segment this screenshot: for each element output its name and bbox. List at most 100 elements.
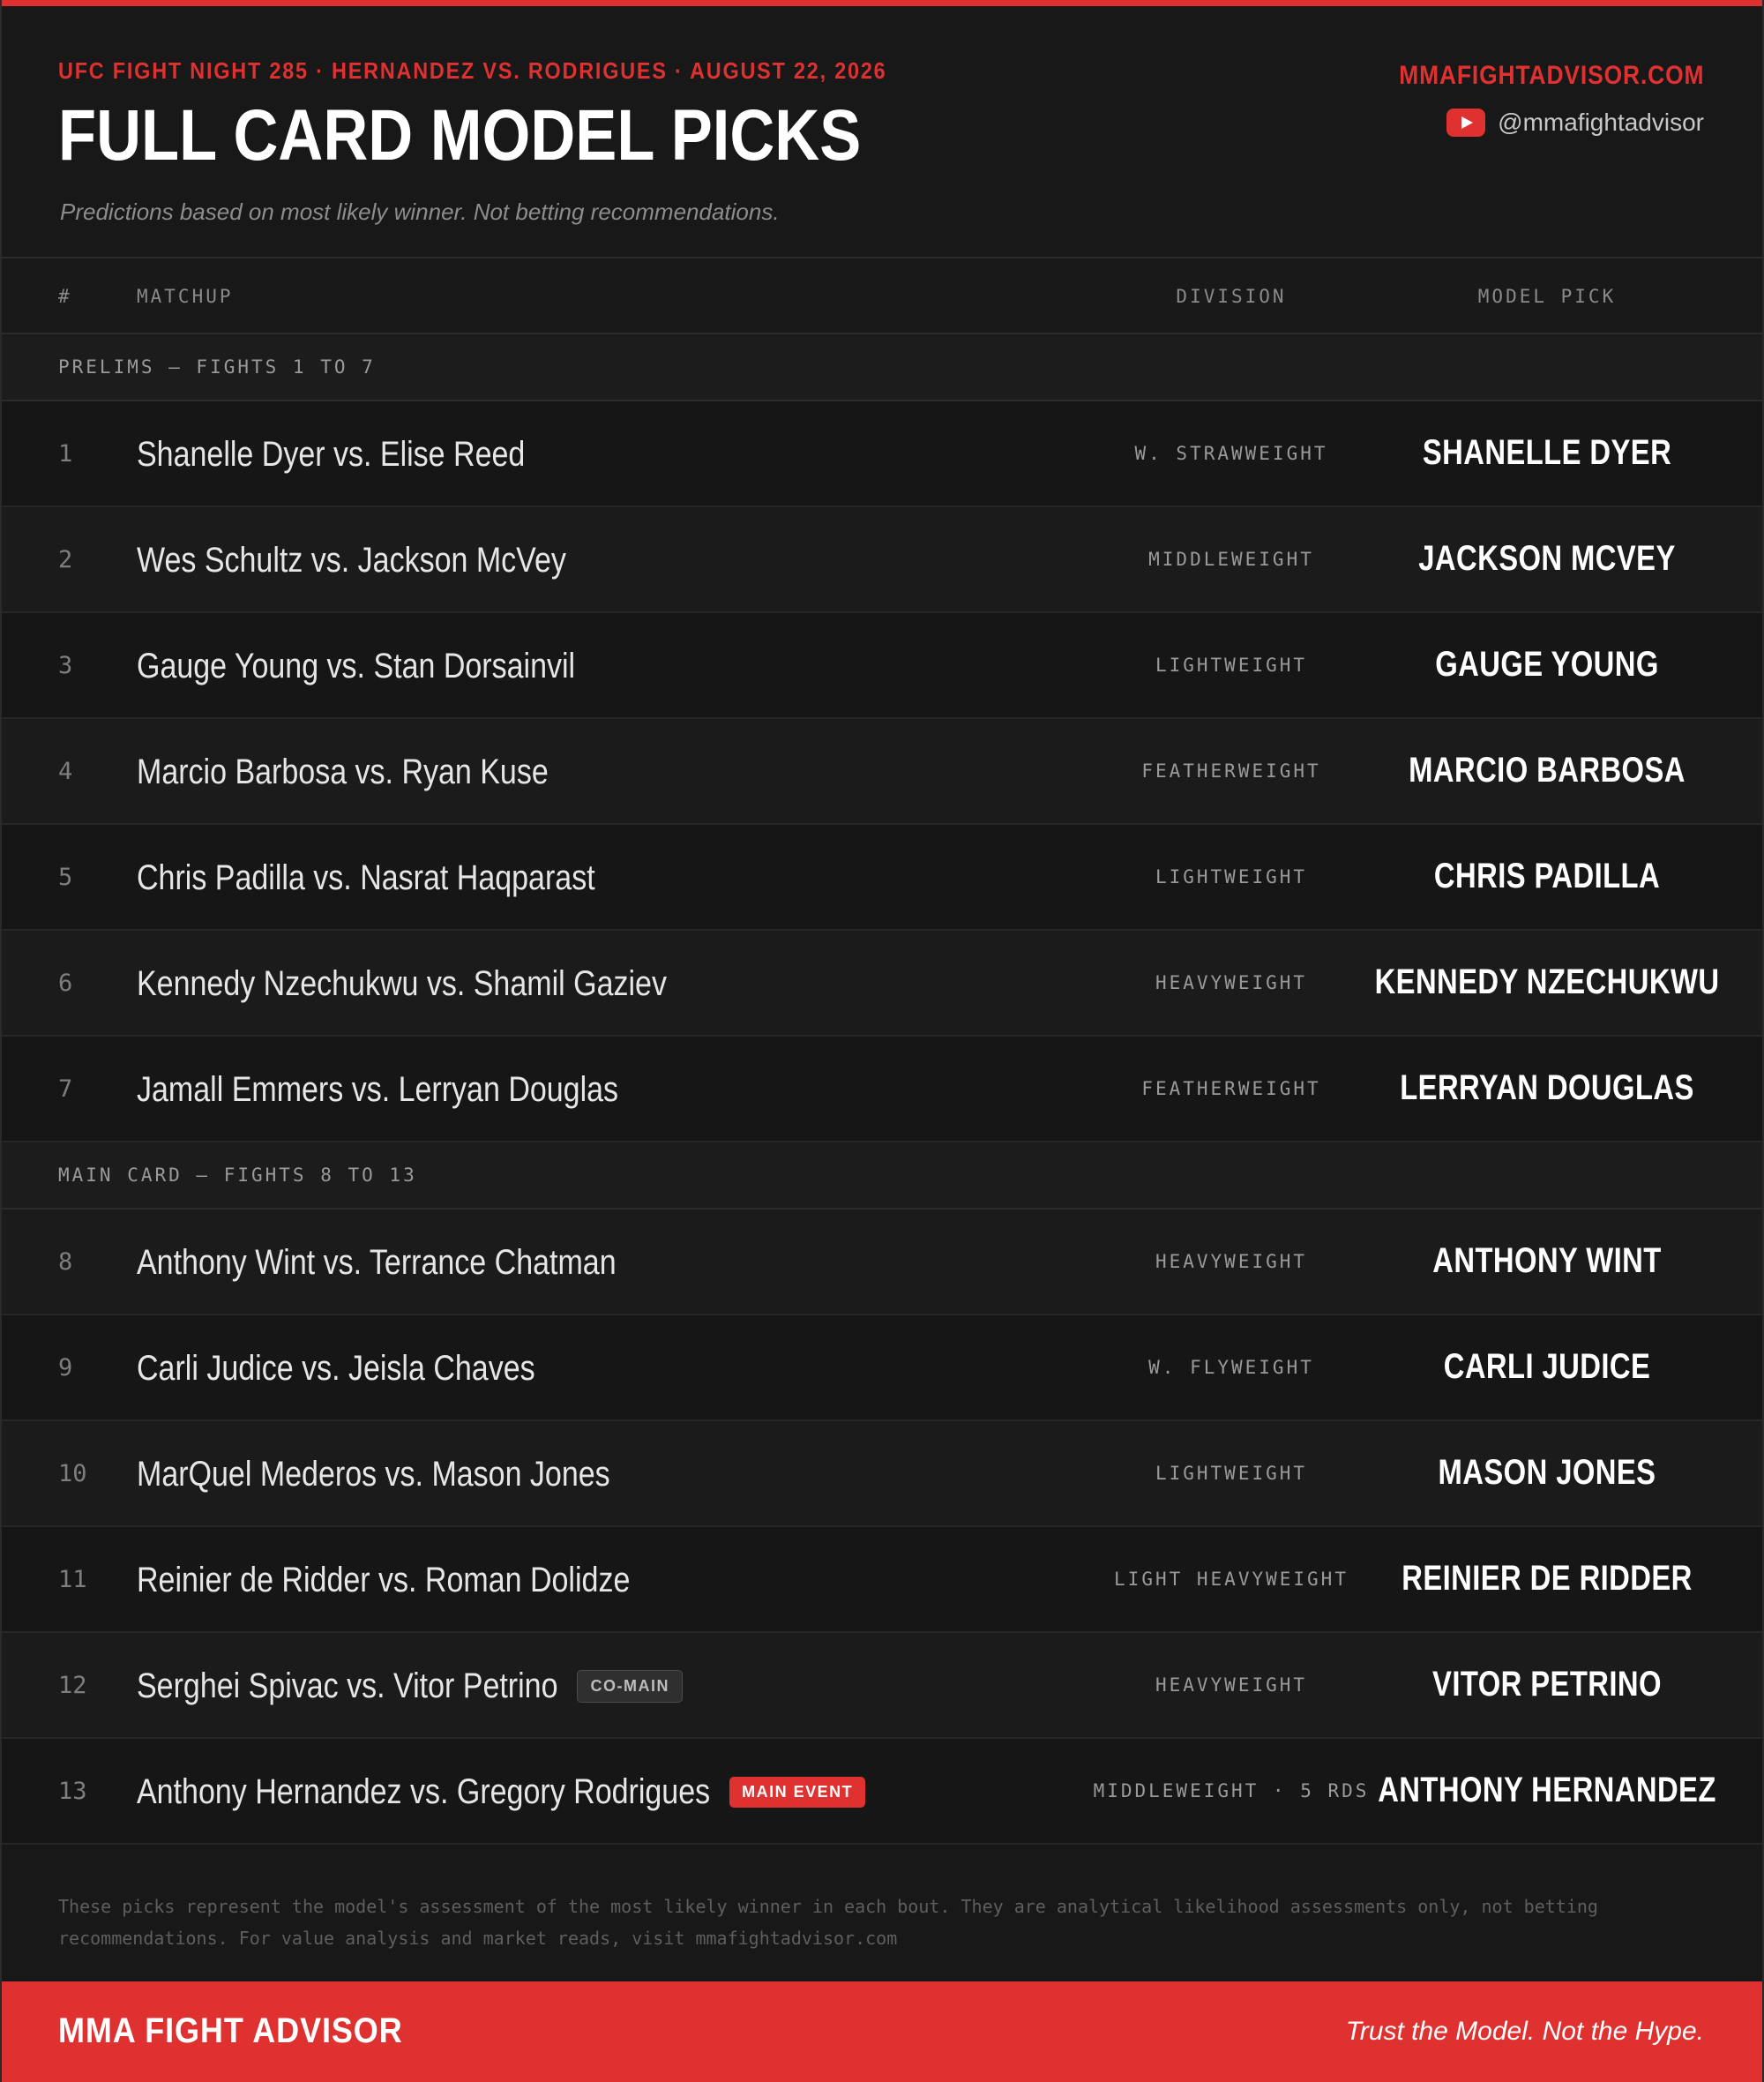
page: UFC FIGHT NIGHT 285 · HERNANDEZ VS. RODR…: [0, 0, 1764, 2082]
matchup-cell: Reinier de Ridder vs. Roman Dolidze: [137, 1527, 630, 1633]
division-text: MIDDLEWEIGHT · 5 RDS: [1093, 1780, 1370, 1801]
matchup-text: Marcio Barbosa vs. Ryan Kuse: [137, 752, 549, 791]
matchup-text: Anthony Wint vs. Terrance Chatman: [137, 1242, 617, 1282]
table-row: 1 Shanelle Dyer vs. Elise Reed W. STRAWWEI…: [2, 401, 1762, 507]
division-text: FEATHERWEIGHT: [1141, 760, 1321, 782]
table-row: 5 Chris Padilla vs. Nasrat Haqparast LIGHT…: [2, 825, 1762, 931]
event-kicker: UFC FIGHT NIGHT 285 · HERNANDEZ VS. RODR…: [58, 57, 887, 84]
table-row: 8 Anthony Wint vs. Terrance Chatman HEAVYW…: [2, 1210, 1762, 1315]
fight-number: 3: [58, 652, 73, 679]
division-text: HEAVYWEIGHT: [1155, 1674, 1308, 1696]
footer: MMA FIGHT ADVISOR Trust the Model. Not t…: [2, 1981, 1762, 2082]
division-text: HEAVYWEIGHT: [1155, 1251, 1308, 1272]
matchup-cell: Jamall Emmers vs. Lerryan Douglas: [137, 1037, 618, 1142]
matchup-cell: Marcio Barbosa vs. Ryan Kuse: [137, 719, 549, 825]
fight-number: 13: [58, 1778, 87, 1805]
table-row: 4 Marcio Barbosa vs. Ryan Kuse FEATHERWEIG…: [2, 719, 1762, 825]
matchup-cell: Serghei Spivac vs. Vitor Petrino CO-MAIN: [137, 1633, 683, 1739]
matchup-text: Kennedy Nzechukwu vs. Shamil Gaziev: [137, 963, 667, 1003]
header: UFC FIGHT NIGHT 285 · HERNANDEZ VS. RODR…: [2, 6, 1762, 258]
fight-number: 8: [58, 1248, 73, 1276]
fight-number: 1: [58, 440, 73, 468]
fight-number: 6: [58, 970, 73, 997]
fight-number: 2: [58, 546, 73, 573]
division-text: MIDDLEWEIGHT: [1148, 549, 1314, 570]
fight-number: 12: [58, 1672, 87, 1699]
disclaimer-block: These picks represent the model's assess…: [2, 1845, 1762, 1981]
youtube-handle: @mmafightadvisor: [1498, 109, 1704, 136]
model-pick-text: CHRIS PADILLA: [1433, 857, 1661, 895]
table-row: 11 Reinier de Ridder vs. Roman Dolidze LIG…: [2, 1527, 1762, 1633]
youtube-handle-link[interactable]: @mmafightadvisor: [1446, 109, 1704, 137]
division-text: W. STRAWWEIGHT: [1134, 443, 1328, 464]
matchup-text: Serghei Spivac vs. Vitor Petrino: [137, 1666, 558, 1705]
matchup-text: Reinier de Ridder vs. Roman Dolidze: [137, 1560, 631, 1599]
fight-table: PRELIMS — FIGHTS 1 TO 7 1 Shanelle Dyer vs…: [2, 334, 1762, 1845]
matchup-cell: Anthony Hernandez vs. Gregory Rodrigues M…: [137, 1739, 866, 1845]
site-link[interactable]: MMAFIGHTADVISOR.COM: [1399, 61, 1704, 91]
fight-number: 9: [58, 1354, 73, 1382]
table-row: 6 Kennedy Nzechukwu vs. Shamil Gaziev HEAV…: [2, 931, 1762, 1037]
matchup-cell: Chris Padilla vs. Nasrat Haqparast: [137, 825, 595, 931]
column-header-matchup: MATCHUP: [137, 286, 234, 307]
division-text: FEATHERWEIGHT: [1141, 1078, 1321, 1099]
page-title: FULL CARD MODEL PICKS: [58, 95, 862, 176]
table-header: # MATCHUP DIVISION MODEL PICK: [2, 258, 1762, 334]
fight-number: 11: [58, 1566, 87, 1593]
matchup-text: MarQuel Mederos vs. Mason Jones: [137, 1454, 610, 1494]
page-subtitle: Predictions based on most likely winner.…: [60, 198, 780, 225]
model-pick-text: LERRYAN DOUGLAS: [1400, 1068, 1694, 1107]
footer-brand: MMA FIGHT ADVISOR: [58, 2011, 403, 2050]
column-header-pick-label: MODEL PICK: [1477, 286, 1617, 307]
division-text: LIGHT HEAVYWEIGHT: [1114, 1569, 1349, 1590]
matchup-text: Jamall Emmers vs. Lerryan Douglas: [137, 1069, 619, 1109]
matchup-text: Gauge Young vs. Stan Dorsainvil: [137, 646, 576, 685]
matchup-cell: MarQuel Mederos vs. Mason Jones: [137, 1421, 610, 1527]
model-pick-text: VITOR PETRINO: [1432, 1665, 1662, 1704]
model-pick-text: JACKSON MCVEY: [1418, 539, 1676, 578]
column-header-num: #: [58, 286, 72, 307]
table-row: 9 Carli Judice vs. Jeisla Chaves W. FLYWEI…: [2, 1315, 1762, 1421]
main-event-badge: MAIN EVENT: [729, 1776, 866, 1808]
fight-number: 4: [58, 758, 73, 785]
fight-number: 7: [58, 1075, 73, 1103]
table-row: 10 MarQuel Mederos vs. Mason Jones LIGHTWE…: [2, 1421, 1762, 1527]
section-header: PRELIMS — FIGHTS 1 TO 7: [2, 334, 1762, 401]
division-text: LIGHTWEIGHT: [1155, 1463, 1308, 1484]
model-pick-text: MASON JONES: [1438, 1453, 1656, 1492]
division-text: HEAVYWEIGHT: [1155, 972, 1308, 993]
co-main-badge: CO-MAIN: [577, 1669, 683, 1703]
section-header: MAIN CARD — FIGHTS 8 TO 13: [2, 1142, 1762, 1210]
column-header-division-label: DIVISION: [1176, 286, 1287, 307]
fight-number: 5: [58, 864, 73, 891]
matchup-cell: Anthony Wint vs. Terrance Chatman: [137, 1210, 617, 1315]
division-text: LIGHTWEIGHT: [1155, 866, 1308, 887]
table-row: 7 Jamall Emmers vs. Lerryan Douglas FEATHE…: [2, 1037, 1762, 1142]
matchup-text: Anthony Hernandez vs. Gregory Rodrigues: [137, 1771, 711, 1811]
matchup-text: Carli Judice vs. Jeisla Chaves: [137, 1348, 535, 1388]
matchup-text: Wes Schultz vs. Jackson McVey: [137, 540, 566, 580]
matchup-cell: Wes Schultz vs. Jackson McVey: [137, 507, 566, 613]
model-pick-text: SHANELLE DYER: [1422, 433, 1672, 472]
model-pick-text: CARLI JUDICE: [1443, 1347, 1651, 1386]
section-label: PRELIMS — FIGHTS 1 TO 7: [58, 356, 376, 378]
table-row: 2 Wes Schultz vs. Jackson McVey MIDDLEWEIG…: [2, 507, 1762, 613]
model-pick-text: KENNEDY NZECHUKWU: [1374, 962, 1720, 1001]
division-text: W. FLYWEIGHT: [1148, 1357, 1314, 1378]
table-row: 3 Gauge Young vs. Stan Dorsainvil LIGHTWEI…: [2, 613, 1762, 719]
table-row: 13 Anthony Hernandez vs. Gregory Rodrigue…: [2, 1739, 1762, 1845]
model-pick-text: ANTHONY HERNANDEZ: [1378, 1771, 1716, 1809]
accent-top-bar: [2, 0, 1762, 6]
fight-number: 10: [58, 1460, 87, 1487]
table-row: 12 Serghei Spivac vs. Vitor Petrino CO-MAI…: [2, 1633, 1762, 1739]
youtube-icon: [1446, 109, 1486, 137]
footer-tagline: Trust the Model. Not the Hype.: [1345, 2017, 1704, 2046]
model-pick-text: MARCIO BARBOSA: [1409, 751, 1686, 790]
model-pick-text: GAUGE YOUNG: [1435, 645, 1659, 684]
model-pick-text: REINIER DE RIDDER: [1401, 1559, 1693, 1598]
section-label: MAIN CARD — FIGHTS 8 TO 13: [58, 1165, 417, 1186]
model-pick-text: ANTHONY WINT: [1432, 1241, 1662, 1280]
disclaimer-text: These picks represent the model's assess…: [58, 1896, 1598, 1949]
matchup-cell: Kennedy Nzechukwu vs. Shamil Gaziev: [137, 931, 667, 1037]
matchup-cell: Carli Judice vs. Jeisla Chaves: [137, 1315, 535, 1421]
